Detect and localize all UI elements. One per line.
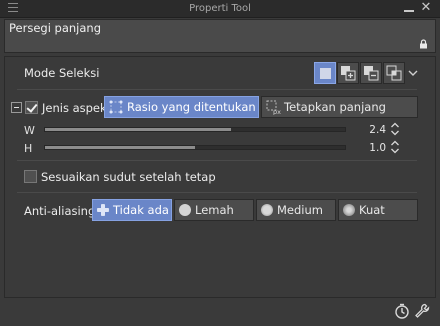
aspect-option-fixed-length-label: Tetapkan panjang [284,100,386,114]
ratio-icon [109,100,123,114]
title-bar: Properti Tool ✕ [0,0,440,18]
divider [17,192,417,193]
new-selection-icon [319,67,331,79]
fixed-length-icon: px [266,100,281,115]
adjust-angle-label: Sesuaikan sudut setelah tetap [41,170,216,184]
divider [17,160,417,161]
add-selection-icon [341,66,356,81]
chevron-down-icon [408,70,418,76]
aspect-option-ratio-label: Rasio yang ditentukan [127,100,256,114]
anti-aliasing-medium-label: Medium [277,203,323,217]
minimize-icon[interactable] [404,10,414,12]
selection-mode-dropdown[interactable] [406,62,420,84]
aa-strong-icon [343,204,355,216]
subtract-selection-icon [364,66,379,81]
adjust-angle-checkbox[interactable] [24,170,37,183]
close-icon[interactable]: ✕ [420,1,432,14]
anti-aliasing-none-label: Tidak ada [113,203,169,217]
aa-medium-icon [261,204,273,216]
wrench-icon[interactable] [414,303,430,319]
aa-none-icon [97,204,109,216]
height-slider[interactable] [44,145,346,150]
add-selection-button[interactable] [337,62,359,84]
window-title: Properti Tool [189,3,251,14]
tool-name: Persegi panjang [9,21,102,35]
tool-name-area: Persegi panjang [4,19,436,53]
selection-mode-buttons [314,62,421,84]
intersect-selection-button[interactable] [383,62,405,84]
footer-bar [4,300,436,322]
anti-aliasing-weak-label: Lemah [195,203,234,217]
anti-aliasing-strong-label: Kuat [359,203,385,217]
reset-icon[interactable] [394,303,410,319]
anti-aliasing-label: Anti-aliasing [24,204,96,218]
divider [17,89,417,90]
width-slider-fill [45,128,231,131]
lock-icon[interactable] [419,39,429,49]
anti-aliasing-strong[interactable]: Kuat [338,199,418,221]
svg-text:px: px [273,108,281,115]
width-value[interactable]: 2.4 [356,124,386,136]
intersect-selection-icon [386,65,402,81]
aspect-label: Jenis aspek [42,101,107,115]
height-spin-icon[interactable] [390,140,400,154]
height-slider-fill [45,146,195,149]
anti-aliasing-weak[interactable]: Lemah [174,199,254,221]
collapse-aspect-icon[interactable] [11,102,22,113]
aspect-option-ratio[interactable]: Rasio yang ditentukan [104,96,259,118]
aspect-option-fixed-length[interactable]: px Tetapkan panjang [261,96,418,118]
width-slider[interactable] [44,127,346,132]
new-selection-button[interactable] [314,62,336,84]
height-value[interactable]: 1.0 [356,142,386,154]
aspect-checkbox[interactable] [25,101,38,114]
height-label: H [24,142,33,155]
selection-mode-label: Mode Seleksi [24,66,100,80]
anti-aliasing-medium[interactable]: Medium [256,199,336,221]
width-label: W [24,124,35,137]
subtract-selection-button[interactable] [360,62,382,84]
aa-weak-icon [179,204,191,216]
anti-aliasing-none[interactable]: Tidak ada [92,199,172,221]
width-spin-icon[interactable] [390,122,400,136]
